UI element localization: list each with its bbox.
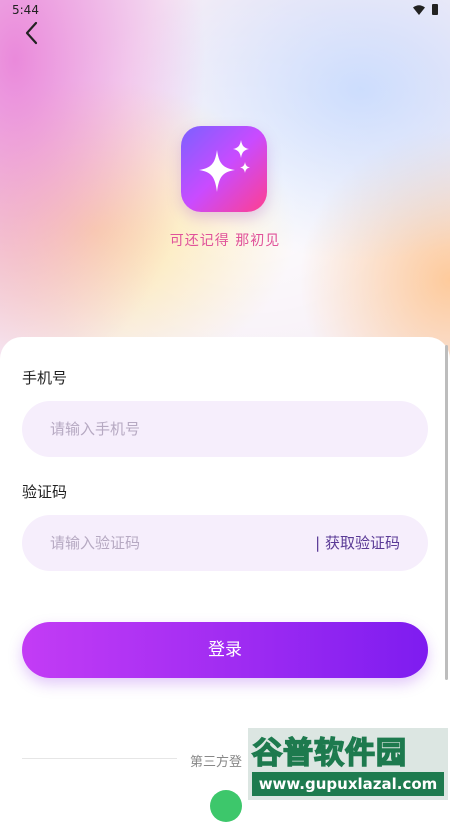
chevron-left-icon[interactable] — [20, 20, 44, 46]
app-logo — [181, 126, 267, 212]
divider-left — [22, 758, 177, 759]
get-code-button[interactable]: | 获取验证码 — [315, 532, 400, 553]
third-party-login-label: 第三方登 — [190, 755, 243, 770]
app-slogan: 可还记得 那初见 — [169, 233, 281, 249]
watermark: 谷普软件园 www.gupuxlazal.com — [248, 728, 448, 800]
code-field[interactable]: 请输入验证码 | 获取验证码 — [22, 515, 428, 571]
status-time: 5:44 — [12, 3, 39, 17]
wifi-icon — [413, 5, 425, 15]
code-placeholder: 请输入验证码 — [50, 534, 141, 552]
battery-icon — [432, 4, 438, 15]
status-bar: 5:44 — [0, 0, 450, 22]
phone-field[interactable]: 请输入手机号 — [22, 401, 428, 457]
code-label: 验证码 — [22, 483, 68, 501]
login-button[interactable]: 登录 — [22, 622, 428, 678]
phone-placeholder: 请输入手机号 — [50, 420, 141, 438]
phone-label: 手机号 — [22, 369, 68, 387]
sparkles-icon — [199, 140, 250, 192]
scrollbar[interactable] — [445, 345, 448, 680]
watermark-title: 谷普软件园 — [251, 735, 407, 772]
watermark-url: www.gupuxlazal.com — [252, 772, 444, 796]
wechat-login-button[interactable] — [210, 790, 242, 822]
